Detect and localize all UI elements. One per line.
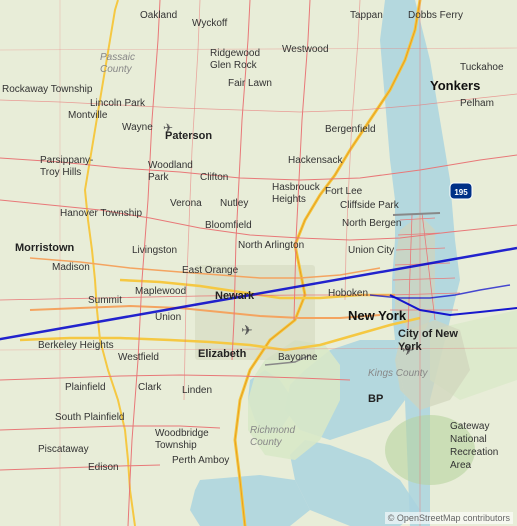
svg-text:✈: ✈ (402, 342, 414, 358)
svg-text:✈: ✈ (241, 322, 253, 338)
svg-text:✈: ✈ (163, 121, 173, 135)
map-container: 195 ✈ ✈ ✈ Rockaway Township Montville Li… (0, 0, 517, 526)
map-attribution: © OpenStreetMap contributors (385, 512, 513, 524)
map-svg: 195 ✈ ✈ ✈ (0, 0, 517, 526)
svg-text:195: 195 (454, 188, 468, 197)
